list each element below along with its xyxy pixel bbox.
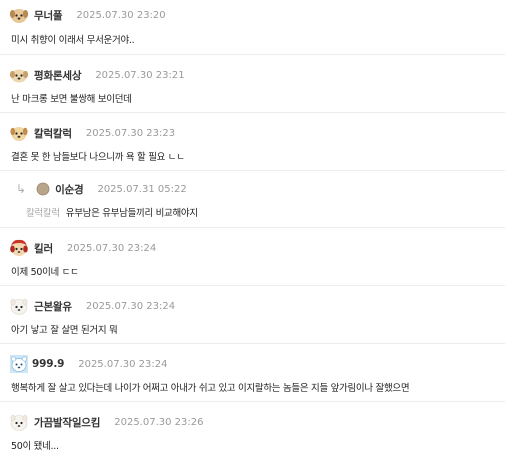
comment-date: 2025.07.30 23:24 — [85, 300, 176, 312]
puppy-icon[interactable] — [9, 5, 29, 25]
red-dog-icon[interactable] — [9, 238, 29, 258]
comment-text: 행복하게 잘 살고 있다는데 나이가 어쩌고 아내가 쉬고 있고 이지랄하는 놈… — [11, 383, 410, 394]
comment-item: 가끔발작일으킴 2025.07.30 23:26 50이 됐네... — [0, 402, 505, 452]
comment-item: 킬러 2025.07.30 23:24 이제 50이네 ㄷㄷ — [0, 228, 505, 286]
comment-nickname[interactable]: 999.9 — [32, 358, 64, 370]
comment-text: 아기 낳고 잘 살면 된거지 뭐 — [11, 325, 118, 336]
blue-bear-icon[interactable] — [9, 354, 29, 374]
reply-item: ↳ 이순경 2025.07.31 05:22 칼럭칼럭 유부남은 유부남들끼리 비… — [0, 171, 505, 228]
comment-date: 2025.07.30 23:21 — [95, 69, 185, 81]
comment-nickname[interactable]: 근본왈유 — [34, 299, 72, 314]
comment-item: 999.9 2025.07.30 23:24 행복하게 잘 살고 있다는데 나이… — [0, 344, 505, 402]
comment-nickname[interactable]: 무너풀 — [34, 8, 63, 23]
comment-nickname[interactable]: 킬러 — [34, 241, 53, 256]
comment-nickname[interactable]: 평화론세상 — [34, 68, 82, 83]
puppy-icon[interactable] — [9, 65, 29, 85]
comment-text: 미시 취향이 이래서 무서운거야.. — [11, 35, 135, 46]
comment-date: 2025.07.31 05:22 — [97, 183, 187, 195]
reply-mention[interactable]: 칼럭칼럭 — [26, 208, 60, 219]
comment-nickname[interactable]: 칼럭칼럭 — [34, 126, 72, 141]
round-avatar-icon[interactable] — [36, 182, 50, 196]
puppy-icon[interactable] — [9, 123, 29, 143]
comment-text: 결혼 못 한 남들보다 나으니까 욕 할 필요 ㄴㄴ — [11, 152, 185, 163]
comment-text: 칼럭칼럭 유부남은 유부남들끼리 비교해야지 — [26, 205, 198, 219]
comment-text: 난 마크롱 보면 불쌍해 보이던데 — [11, 94, 132, 105]
comment-date: 2025.07.30 23:23 — [85, 127, 176, 139]
comment-date: 2025.07.30 23:24 — [78, 358, 168, 370]
comment-list: 무너풀 2025.07.30 23:20 미시 취향이 이래서 무서운거야.. … — [0, 0, 505, 452]
comment-nickname[interactable]: 가끔발작일으킴 — [34, 415, 100, 430]
comment-item: 무너풀 2025.07.30 23:20 미시 취향이 이래서 무서운거야.. — [0, 0, 505, 55]
comment-item: 근본왈유 2025.07.30 23:24 아기 낳고 잘 살면 된거지 뭐 — [0, 286, 505, 344]
comment-text: 50이 됐네... — [11, 441, 59, 452]
comment-item: 칼럭칼럭 2025.07.30 23:23 결혼 못 한 남들보다 나으니까 욕… — [0, 113, 505, 171]
white-dog-icon[interactable] — [9, 412, 29, 432]
comment-text: 이제 50이네 ㄷㄷ — [11, 267, 79, 278]
comment-date: 2025.07.30 23:26 — [114, 416, 204, 428]
comment-nickname[interactable]: 이순경 — [55, 182, 84, 197]
reply-text: 유부남은 유부남들끼리 비교해야지 — [65, 208, 198, 219]
white-dog-icon[interactable] — [9, 296, 29, 316]
comment-date: 2025.07.30 23:20 — [76, 9, 166, 21]
reply-arrow-icon: ↳ — [16, 182, 27, 196]
comment-date: 2025.07.30 23:24 — [66, 242, 157, 254]
comment-item: 평화론세상 2025.07.30 23:21 난 마크롱 보면 불쌍해 보이던데 — [0, 55, 505, 113]
